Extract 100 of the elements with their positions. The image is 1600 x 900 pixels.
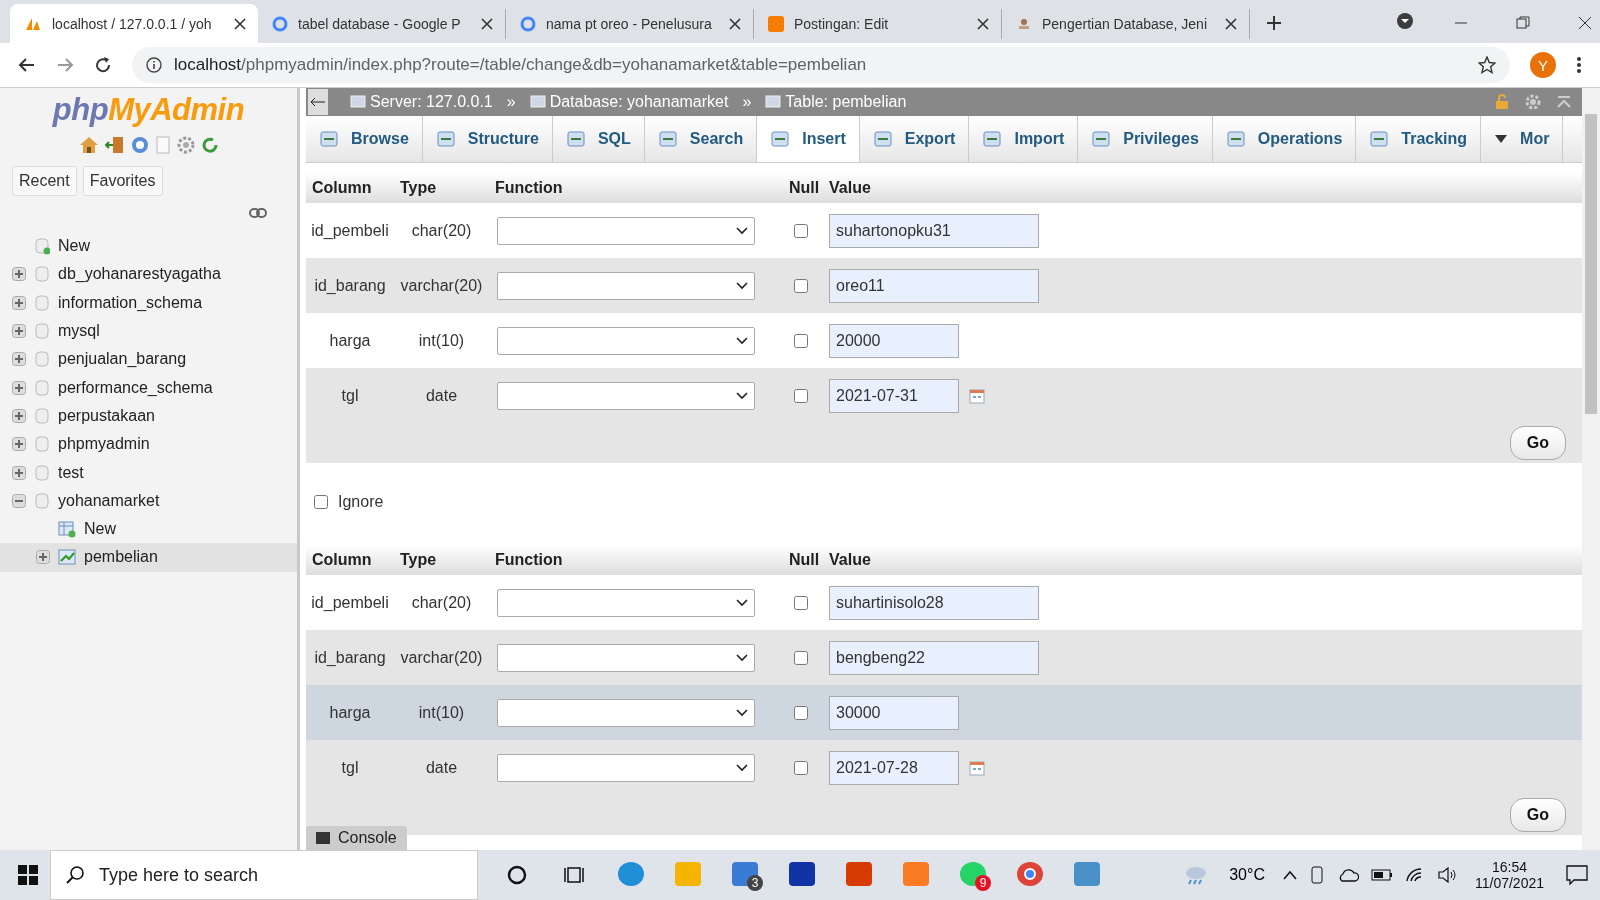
star-icon[interactable] [1478,56,1496,74]
value-field[interactable]: suhartinisolo28 [829,585,1039,620]
console-tab[interactable]: Console [306,826,407,850]
menu-tab[interactable]: Operations [1212,116,1357,162]
menu-tab[interactable]: Import [969,116,1079,162]
close-icon[interactable] [729,18,741,30]
notification-icon[interactable] [1566,865,1588,885]
tree-item[interactable]: mysql [58,322,100,341]
null-checkbox[interactable] [794,760,808,775]
expand-icon[interactable] [12,437,26,452]
collapse-icon[interactable] [12,493,26,508]
close-icon[interactable] [234,17,246,30]
function-dropdown[interactable] [497,216,755,245]
null-checkbox[interactable] [794,705,808,720]
expand-icon[interactable] [12,295,26,310]
breadcrumb-link[interactable]: Table: pembelian [785,93,907,111]
menu-tab[interactable]: Structure [422,116,553,162]
back-icon[interactable] [18,56,36,74]
forward-icon[interactable] [56,56,74,74]
scrollbar[interactable] [1582,88,1600,850]
expand-icon[interactable] [12,324,26,339]
calendar-icon[interactable] [969,387,985,404]
value-field[interactable]: 2021-07-28 [829,750,959,785]
function-dropdown[interactable] [497,588,755,617]
tree-item[interactable]: phpmyadmin [58,435,150,454]
function-dropdown[interactable] [497,698,755,727]
calendar-icon[interactable] [969,759,985,776]
link-icon[interactable] [249,208,267,218]
taskbar-search-field[interactable]: Type here to search [50,850,478,900]
browser-tab[interactable]: tabel database - Google P [258,9,506,39]
menu-tab[interactable]: Privileges [1078,116,1213,162]
sidebar-button[interactable]: Recent [12,166,77,196]
null-checkbox[interactable] [794,388,808,403]
gear-icon[interactable] [176,136,195,154]
tree-item[interactable]: New [84,520,116,539]
value-field[interactable]: 2021-07-31 [829,378,959,413]
menu-tab[interactable]: Mor [1481,116,1564,162]
value-field[interactable]: 30000 [829,695,959,730]
menu-tab[interactable]: Browse [306,116,423,162]
null-checkbox[interactable] [794,650,808,665]
sidebar-button[interactable]: Favorites [82,166,163,196]
function-dropdown[interactable] [497,643,755,672]
value-field[interactable]: suhartonopku31 [829,213,1039,248]
tree-item[interactable]: perpustakaan [58,406,155,425]
battery-icon[interactable] [1370,869,1393,881]
go-button[interactable]: Go [1509,798,1566,832]
clock-time[interactable]: 16:54 [1491,859,1527,875]
go-button[interactable]: Go [1509,426,1566,460]
browser-tab[interactable]: localhost / 127.0.0.1 / yoh [10,4,258,43]
new-tab-icon[interactable] [1266,15,1282,31]
expand-icon[interactable] [12,465,26,480]
windows-icon[interactable] [18,865,38,885]
ignore-checkbox[interactable] [314,495,328,509]
browser-tab[interactable]: Pengertian Database, Jeni [1002,9,1250,39]
tree-item[interactable]: test [58,463,84,482]
home-icon[interactable] [78,136,99,154]
value-field[interactable]: oreo11 [829,268,1039,303]
clock-date[interactable]: 11/07/2021 [1474,875,1544,891]
tree-item[interactable]: db_yohanarestyagatha [58,265,221,284]
close-icon[interactable] [1578,16,1592,30]
close-icon[interactable] [977,18,989,30]
restore-icon[interactable] [1516,16,1530,30]
tree-item[interactable]: pembelian [84,548,158,567]
chevron-up-icon[interactable] [1282,870,1297,880]
close-icon[interactable] [1225,18,1237,30]
menu-icon[interactable] [1576,56,1582,74]
tree-item[interactable]: information_schema [58,293,203,312]
null-checkbox[interactable] [794,595,808,610]
tree-item[interactable]: penjualan_barang [58,350,187,369]
expand-icon[interactable] [12,352,26,367]
null-checkbox[interactable] [794,333,808,348]
task-view-icon[interactable] [562,864,585,886]
function-dropdown[interactable] [497,271,755,300]
expand-icon[interactable] [12,380,26,395]
function-dropdown[interactable] [497,753,755,782]
expand-icon[interactable] [12,408,26,423]
menu-tab[interactable]: Export [859,116,970,162]
function-dropdown[interactable] [497,381,755,410]
tree-item[interactable]: yohanamarket [58,491,160,510]
circle-icon[interactable] [505,864,528,886]
speaker-icon[interactable] [1436,867,1457,883]
expand-icon[interactable] [36,550,50,565]
exit-icon[interactable] [104,136,125,154]
null-checkbox[interactable] [794,223,808,238]
device-icon[interactable] [1308,866,1325,884]
browser-tab[interactable]: nama pt oreo - Penelusura [506,9,754,39]
breadcrumb-link[interactable]: Database: yohanamarket [549,93,729,111]
weather-text[interactable]: 30°C [1229,866,1265,884]
address-bar[interactable]: localhost/phpmyadmin/index.php?route=/table/change&db=yohanamarket&table=pembelian [132,47,1510,83]
menu-tab[interactable]: Insert [757,116,860,162]
tree-item[interactable]: New [58,237,90,256]
logo[interactable]: phpMyAdmin [52,92,245,128]
browser-tab[interactable]: Postingan: Edit [754,9,1002,39]
menu-tab[interactable]: SQL [552,116,645,162]
close-icon[interactable] [481,18,493,30]
breadcrumb-link[interactable]: Server: 127.0.0.1 [370,93,493,111]
null-checkbox[interactable] [794,278,808,293]
reload-icon[interactable] [94,56,112,74]
expand-icon[interactable] [12,267,26,282]
value-field[interactable]: 20000 [829,323,959,358]
